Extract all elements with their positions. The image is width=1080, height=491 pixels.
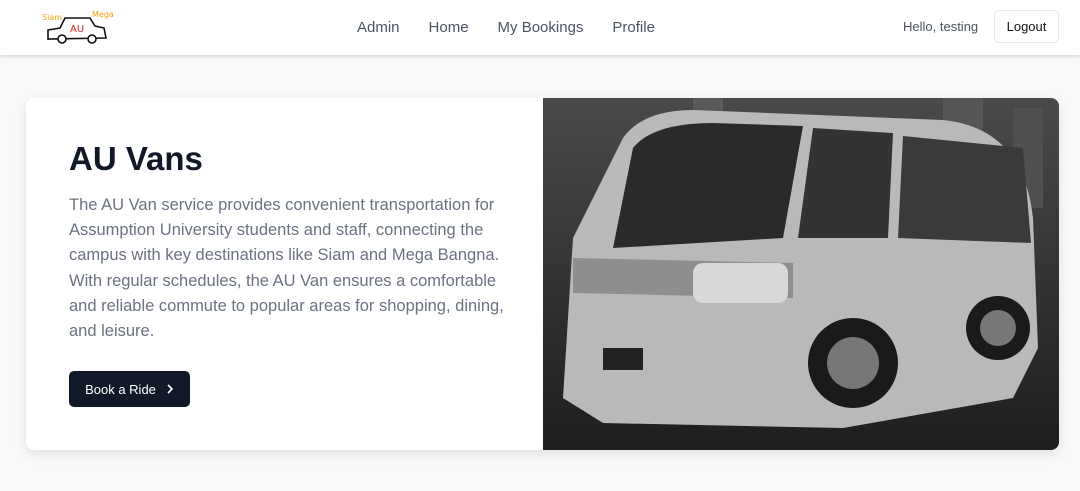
logout-button[interactable]: Logout <box>994 10 1059 43</box>
nav-home[interactable]: Home <box>429 19 469 36</box>
hero-description: The AU Van service provides convenient t… <box>69 196 504 341</box>
nav-admin[interactable]: Admin <box>357 19 400 36</box>
van-image <box>543 98 1059 450</box>
chevron-right-icon <box>167 384 174 394</box>
svg-text:Siam: Siam <box>42 13 62 22</box>
book-ride-button[interactable]: Book a Ride <box>69 371 190 407</box>
book-ride-label: Book a Ride <box>85 381 156 397</box>
svg-text:AU: AU <box>70 24 84 35</box>
hero-title: AU Vans <box>69 140 203 177</box>
navbar: Siam Mega AU Admin Home My Bookings Prof… <box>0 0 1080 55</box>
logo[interactable]: Siam Mega AU <box>40 6 115 48</box>
nav-my-bookings[interactable]: My Bookings <box>498 19 584 36</box>
user-greeting: Hello, testing <box>903 19 979 34</box>
svg-text:Mega: Mega <box>92 10 114 19</box>
nav-profile[interactable]: Profile <box>612 19 655 36</box>
hero-card: AU Vans The AU Van service provides conv… <box>26 98 1059 450</box>
